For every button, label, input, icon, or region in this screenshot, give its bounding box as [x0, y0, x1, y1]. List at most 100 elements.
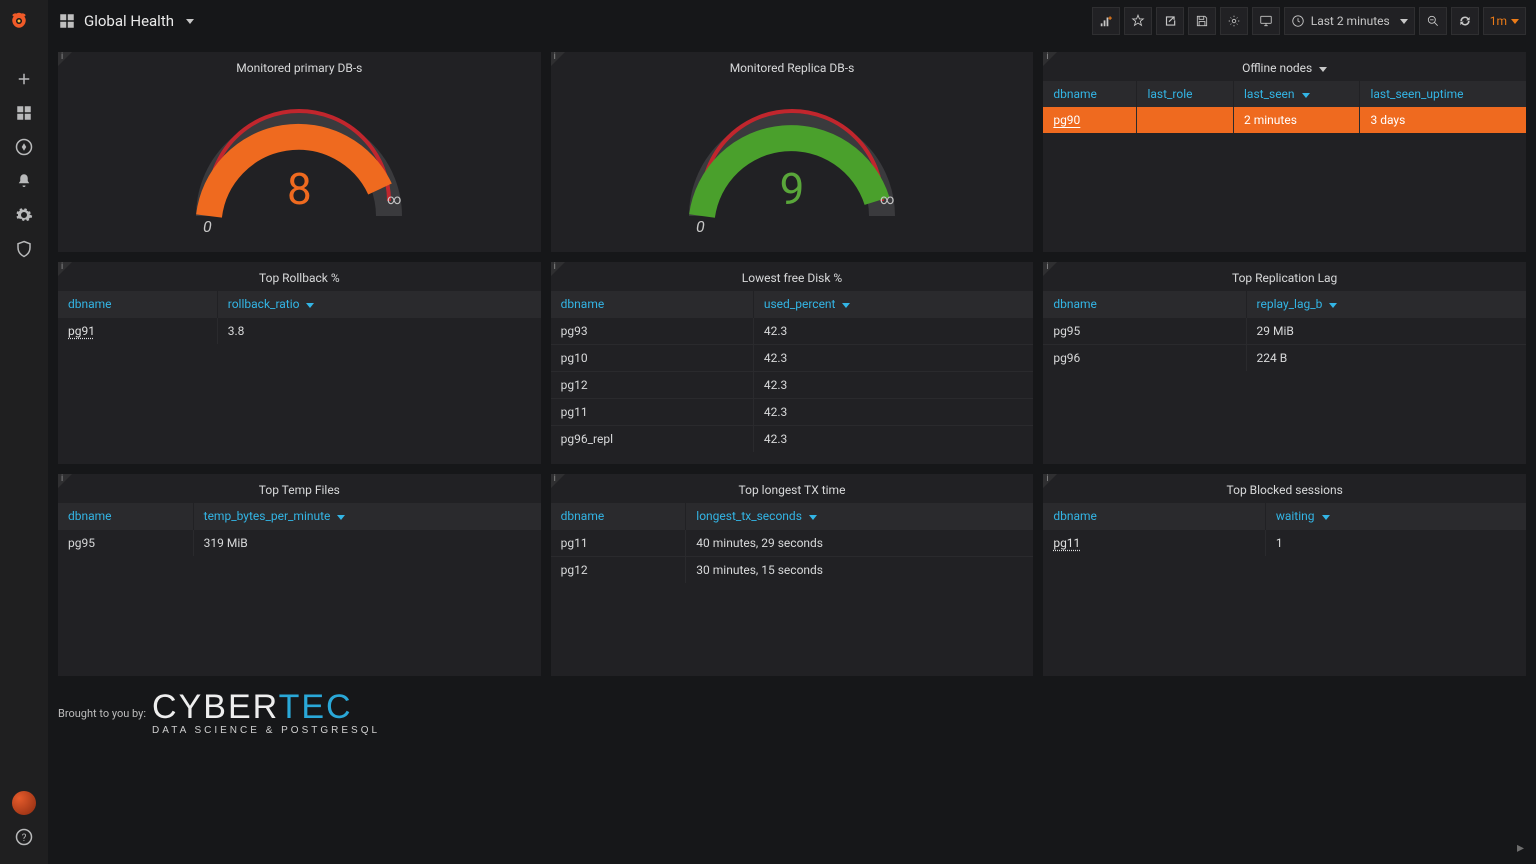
- col-rollback[interactable]: rollback_ratio: [217, 291, 540, 318]
- col-replay-lag[interactable]: replay_lag_b: [1246, 291, 1526, 318]
- avatar-icon: [12, 791, 36, 815]
- info-icon: i: [554, 474, 556, 484]
- panel-title: Top Replication Lag: [1043, 262, 1526, 291]
- table-row[interactable]: pg1042.3: [551, 345, 1034, 372]
- col-dbname[interactable]: dbname: [58, 291, 217, 318]
- panel-blocked-sessions[interactable]: i Top Blocked sessions dbname waiting pg…: [1043, 474, 1526, 676]
- chevron-down-icon: [1511, 19, 1519, 24]
- col-dbname[interactable]: dbname: [58, 503, 193, 530]
- zoom-out-icon: [1426, 14, 1440, 28]
- info-icon: i: [61, 52, 63, 62]
- table-row[interactable]: pg90 2 minutes 3 days: [1043, 107, 1526, 133]
- nav-explore[interactable]: [0, 130, 48, 164]
- add-row-button[interactable]: ▸: [1517, 840, 1524, 856]
- table-row[interactable]: pg96_repl42.3: [551, 426, 1034, 453]
- panel-longest-tx[interactable]: i Top longest TX time dbname longest_tx_…: [551, 474, 1034, 676]
- side-nav: ?: [0, 0, 48, 864]
- dashboard-title[interactable]: Global Health: [58, 12, 194, 30]
- nav-help[interactable]: ?: [0, 820, 48, 854]
- panel-top-temp-files[interactable]: i Top Temp Files dbname temp_bytes_per_m…: [58, 474, 541, 676]
- col-last-role[interactable]: last_role: [1137, 81, 1234, 107]
- save-icon: [1195, 14, 1209, 28]
- table-row[interactable]: pg111: [1043, 530, 1526, 557]
- col-last-seen-uptime[interactable]: last_seen_uptime: [1360, 81, 1526, 107]
- table-row[interactable]: pg96224 B: [1043, 345, 1526, 372]
- title-text: Global Health: [84, 12, 174, 30]
- table-row[interactable]: pg1142.3: [551, 399, 1034, 426]
- nav-server-admin[interactable]: [0, 232, 48, 266]
- time-range-button[interactable]: Last 2 minutes: [1284, 7, 1415, 35]
- replag-table: dbname replay_lag_b pg9529 MiB pg96224 B: [1043, 291, 1526, 371]
- refresh-button[interactable]: [1451, 7, 1479, 35]
- panel-title: Offline nodes: [1043, 52, 1526, 81]
- svg-text:0: 0: [203, 217, 212, 236]
- col-dbname[interactable]: dbname: [1043, 503, 1265, 530]
- col-used-percent[interactable]: used_percent: [753, 291, 1033, 318]
- shield-icon: [15, 240, 33, 258]
- info-icon: i: [61, 262, 63, 272]
- panel-replica-dbs[interactable]: i Monitored Replica DB-s 0 ∞ 9: [551, 52, 1034, 252]
- blocked-table: dbname waiting pg111: [1043, 503, 1526, 556]
- cybertec-logo: CYBERTEC DATA SCIENCE & POSTGRESQL: [152, 690, 380, 736]
- table-row[interactable]: pg1242.3: [551, 372, 1034, 399]
- table-row[interactable]: pg9529 MiB: [1043, 318, 1526, 345]
- panel-primary-dbs[interactable]: i Monitored primary DB-s 0 ∞ 8: [58, 52, 541, 252]
- col-last-seen[interactable]: last_seen: [1234, 81, 1360, 107]
- zoom-out-button[interactable]: [1419, 7, 1447, 35]
- nav-user[interactable]: [0, 786, 48, 820]
- footer-prefix: Brought to you by:: [58, 707, 146, 720]
- col-dbname[interactable]: dbname: [1043, 81, 1137, 107]
- save-button[interactable]: [1188, 7, 1216, 35]
- star-button[interactable]: [1124, 7, 1152, 35]
- nav-alerting[interactable]: [0, 164, 48, 198]
- panel-replication-lag[interactable]: i Top Replication Lag dbname replay_lag_…: [1043, 262, 1526, 464]
- tv-button[interactable]: [1252, 7, 1280, 35]
- tempfiles-table: dbname temp_bytes_per_minute pg95319 MiB: [58, 503, 541, 556]
- gauge-value: 8: [287, 163, 312, 215]
- chevron-down-icon: [1400, 19, 1408, 24]
- add-panel-button[interactable]: [1092, 7, 1120, 35]
- help-icon: ?: [15, 828, 33, 846]
- panel-title: Lowest free Disk %: [551, 262, 1034, 291]
- col-waiting[interactable]: waiting: [1265, 503, 1526, 530]
- nav-bottom: ?: [0, 786, 48, 854]
- gear-icon: [1227, 14, 1241, 28]
- table-row[interactable]: pg95319 MiB: [58, 530, 541, 557]
- col-dbname[interactable]: dbname: [551, 503, 686, 530]
- offline-table: dbname last_role last_seen last_seen_upt…: [1043, 81, 1526, 133]
- col-longest-tx[interactable]: longest_tx_seconds: [686, 503, 1034, 530]
- info-icon: i: [1046, 262, 1048, 272]
- table-row[interactable]: pg91 3.8: [58, 318, 541, 345]
- grafana-logo-icon[interactable]: [10, 12, 38, 40]
- col-dbname[interactable]: dbname: [551, 291, 754, 318]
- tx-table: dbname longest_tx_seconds pg1140 minutes…: [551, 503, 1034, 583]
- nav-create[interactable]: [0, 62, 48, 96]
- gauge-value: 9: [780, 163, 805, 215]
- clock-icon: [1291, 14, 1305, 28]
- info-icon: i: [554, 52, 556, 62]
- table-row[interactable]: pg1140 minutes, 29 seconds: [551, 530, 1034, 557]
- rollback-table: dbname rollback_ratio pg91 3.8: [58, 291, 541, 344]
- col-temp-bytes[interactable]: temp_bytes_per_minute: [193, 503, 541, 530]
- footer-brand: Brought to you by: CYBERTEC DATA SCIENCE…: [58, 690, 1526, 736]
- panel-title: Top longest TX time: [551, 474, 1034, 503]
- gear-icon: [15, 206, 33, 224]
- panel-offline-nodes[interactable]: i Offline nodes dbname last_role last_se…: [1043, 52, 1526, 252]
- table-row[interactable]: pg1230 minutes, 15 seconds: [551, 557, 1034, 584]
- info-icon: i: [1046, 474, 1048, 484]
- nav-configuration[interactable]: [0, 198, 48, 232]
- panel-top-rollback[interactable]: i Top Rollback % dbname rollback_ratio p…: [58, 262, 541, 464]
- table-row[interactable]: pg9342.3: [551, 318, 1034, 345]
- top-bar: Global Health Last 2 minutes 1m: [48, 0, 1536, 42]
- col-dbname[interactable]: dbname: [1043, 291, 1246, 318]
- share-button[interactable]: [1156, 7, 1184, 35]
- toolbar: Last 2 minutes 1m: [1092, 7, 1526, 35]
- refresh-interval-button[interactable]: 1m: [1483, 7, 1526, 35]
- dashboard-scroll[interactable]: i Monitored primary DB-s 0 ∞ 8 i Monitor…: [48, 42, 1536, 864]
- grid-icon: [15, 104, 33, 122]
- disk-table: dbname used_percent pg9342.3 pg1042.3 pg…: [551, 291, 1034, 452]
- panel-add-icon: [1099, 14, 1113, 28]
- nav-dashboards[interactable]: [0, 96, 48, 130]
- settings-button[interactable]: [1220, 7, 1248, 35]
- panel-lowest-disk[interactable]: i Lowest free Disk % dbname used_percent…: [551, 262, 1034, 464]
